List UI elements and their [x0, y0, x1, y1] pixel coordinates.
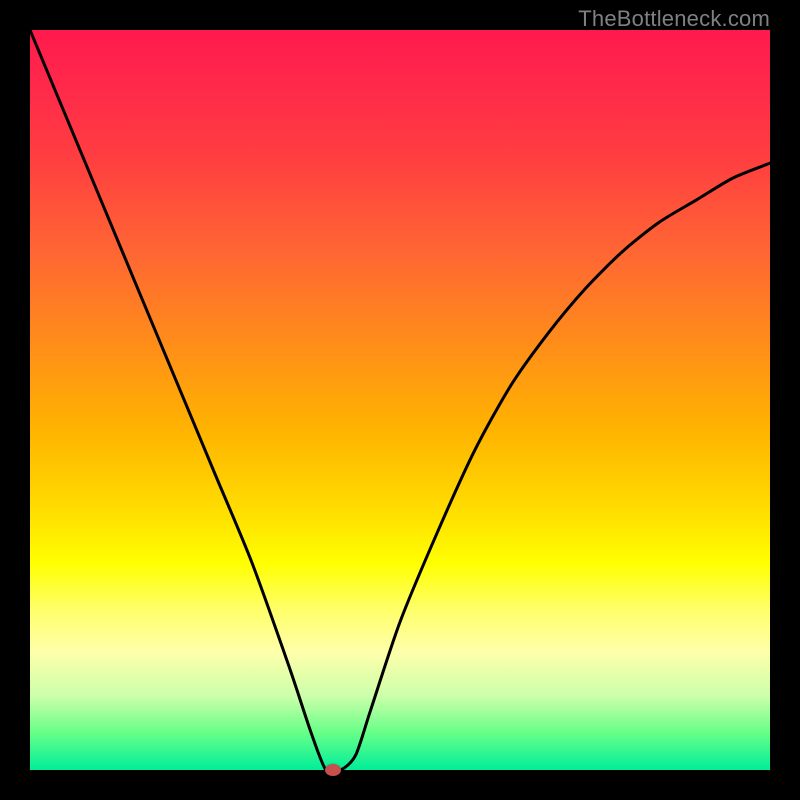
min-marker: [325, 764, 341, 776]
plot-area: [30, 30, 770, 770]
bottleneck-curve-path: [30, 30, 770, 770]
curve-svg: [30, 30, 770, 770]
chart-container: TheBottleneck.com: [0, 0, 800, 800]
watermark-text: TheBottleneck.com: [578, 6, 770, 32]
